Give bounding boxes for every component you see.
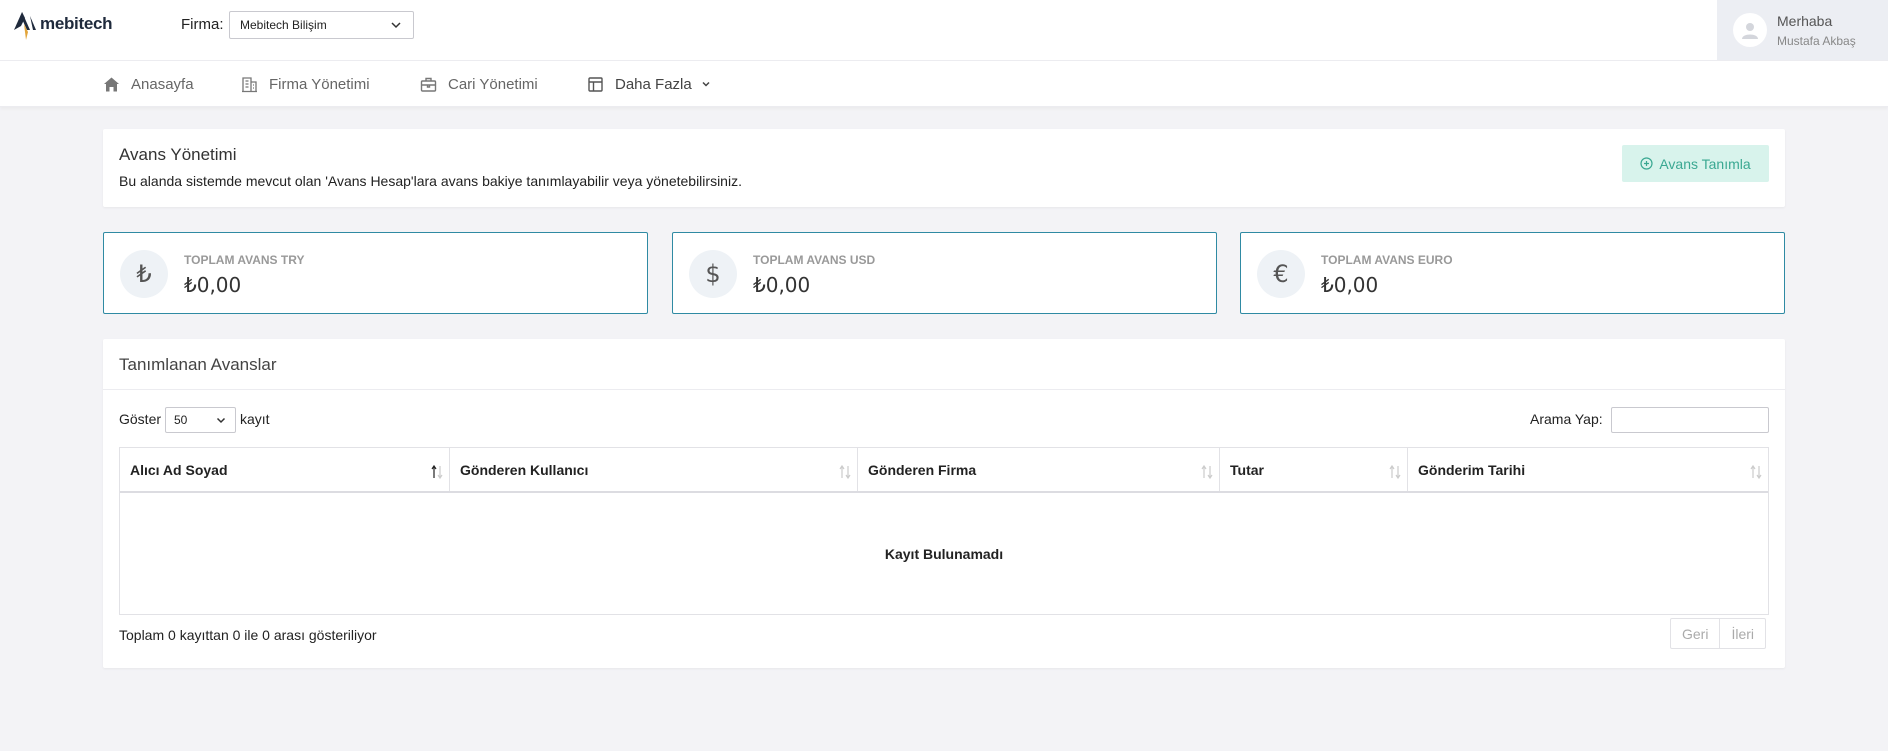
user-menu[interactable]: Merhaba Mustafa Akbaş <box>1717 0 1888 60</box>
nav-item-cari-yonetimi[interactable]: Cari Yönetimi <box>420 61 538 107</box>
sort-icon <box>1750 464 1762 480</box>
table-info: Toplam 0 kayıttan 0 ile 0 arası gösteril… <box>119 627 377 643</box>
table-empty-message: Kayıt Bulunamadı <box>884 545 1004 562</box>
stat-label: TOPLAM AVANS USD <box>753 253 876 267</box>
avans-table-card: Tanımlanan Avanslar Göster 50 kayıt Aram… <box>103 339 1785 668</box>
column-header-gonderim-tarihi[interactable]: Gönderim Tarihi <box>1408 448 1768 491</box>
plus-circle-icon <box>1640 157 1653 170</box>
nav-item-label: Cari Yönetimi <box>448 75 538 93</box>
top-bar: mebitech Firma: Mebitech Bilişim Merhaba… <box>0 0 1888 61</box>
stat-label: TOPLAM AVANS EURO <box>1321 253 1453 267</box>
records-label: kayıt <box>240 411 270 427</box>
avans-tanimla-label: Avans Tanımla <box>1659 155 1751 172</box>
page-title: Avans Yönetimi <box>119 145 237 164</box>
layout-icon <box>588 76 603 92</box>
column-header-label: Gönderim Tarihi <box>1418 461 1526 478</box>
logo-text: mebitech <box>40 14 113 33</box>
sort-icon <box>1389 464 1401 480</box>
nav-item-firma-yonetimi[interactable]: Firma Yönetimi <box>241 61 370 107</box>
sort-asc-icon <box>431 464 443 480</box>
chevron-down-icon <box>702 81 710 87</box>
pagination-prev-button[interactable]: Geri <box>1671 619 1719 648</box>
show-label: Göster <box>119 411 162 427</box>
sort-icon <box>839 464 851 480</box>
avans-tanimla-button[interactable]: Avans Tanımla <box>1622 145 1769 182</box>
page-size-select[interactable]: 50 <box>165 407 236 433</box>
avatar <box>1733 13 1767 47</box>
home-icon <box>104 77 119 91</box>
column-header-gonderen-firma[interactable]: Gönderen Firma <box>858 448 1220 491</box>
column-header-alici[interactable]: Alıcı Ad Soyad <box>120 448 450 491</box>
lira-icon: ₺ <box>120 250 168 298</box>
sort-icon <box>1201 464 1213 480</box>
user-icon <box>1742 23 1758 39</box>
page-header-card: Avans Yönetimi Bu alanda sistemde mevcut… <box>103 129 1785 207</box>
stat-value: ₺0,00 <box>184 273 242 297</box>
chevron-down-icon <box>216 417 226 424</box>
search-input[interactable] <box>1611 407 1769 433</box>
column-header-tutar[interactable]: Tutar <box>1220 448 1408 491</box>
stat-card-euro: € TOPLAM AVANS EURO ₺0,00 <box>1240 232 1785 314</box>
nav-item-anasayfa[interactable]: Anasayfa <box>103 61 194 107</box>
user-greeting: Merhaba <box>1777 12 1833 29</box>
nav-item-daha-fazla[interactable]: Daha Fazla <box>587 61 712 107</box>
firma-select-value: Mebitech Bilişim <box>240 18 327 32</box>
column-header-label: Alıcı Ad Soyad <box>130 461 228 478</box>
pagination-next-button[interactable]: İleri <box>1719 619 1765 648</box>
building-icon <box>242 76 257 92</box>
stat-card-usd: $ TOPLAM AVANS USD ₺0,00 <box>672 232 1217 314</box>
divider <box>103 389 1785 390</box>
stat-label: TOPLAM AVANS TRY <box>184 253 305 267</box>
data-table: Alıcı Ad Soyad Gönderen Kullanıcı Gönder… <box>119 447 1769 615</box>
stat-value: ₺0,00 <box>753 273 811 297</box>
column-header-gonderen-kullanici[interactable]: Gönderen Kullanıcı <box>450 448 858 491</box>
dollar-icon: $ <box>689 250 737 298</box>
pagination: Geri İleri <box>1670 618 1767 649</box>
nav-item-label: Anasayfa <box>131 75 194 93</box>
column-header-label: Tutar <box>1230 461 1264 478</box>
user-name: Mustafa Akbaş <box>1777 33 1856 48</box>
nav-item-label: Daha Fazla <box>615 75 692 93</box>
logo[interactable]: mebitech <box>10 6 113 42</box>
stat-value: ₺0,00 <box>1321 273 1379 297</box>
briefcase-icon <box>420 77 437 92</box>
stat-card-try: ₺ TOPLAM AVANS TRY ₺0,00 <box>103 232 648 314</box>
firma-select[interactable]: Mebitech Bilişim <box>229 11 414 39</box>
nav-item-label: Firma Yönetimi <box>269 75 370 93</box>
column-header-label: Gönderen Firma <box>868 461 977 478</box>
mebitech-logo-icon <box>14 12 36 40</box>
main-nav: Anasayfa Firma Yönetimi Cari Yönetimi Da… <box>0 61 1888 107</box>
column-header-label: Gönderen Kullanıcı <box>460 461 589 478</box>
table-title: Tanımlanan Avanslar <box>119 355 277 374</box>
page-size-value: 50 <box>174 413 188 427</box>
firma-label: Firma: <box>181 16 224 33</box>
euro-icon: € <box>1257 250 1305 298</box>
search-label: Arama Yap: <box>1530 411 1603 427</box>
table-header: Alıcı Ad Soyad Gönderen Kullanıcı Gönder… <box>120 448 1768 493</box>
chevron-down-icon <box>391 22 401 29</box>
page-description: Bu alanda sistemde mevcut olan 'Avans He… <box>119 173 742 189</box>
